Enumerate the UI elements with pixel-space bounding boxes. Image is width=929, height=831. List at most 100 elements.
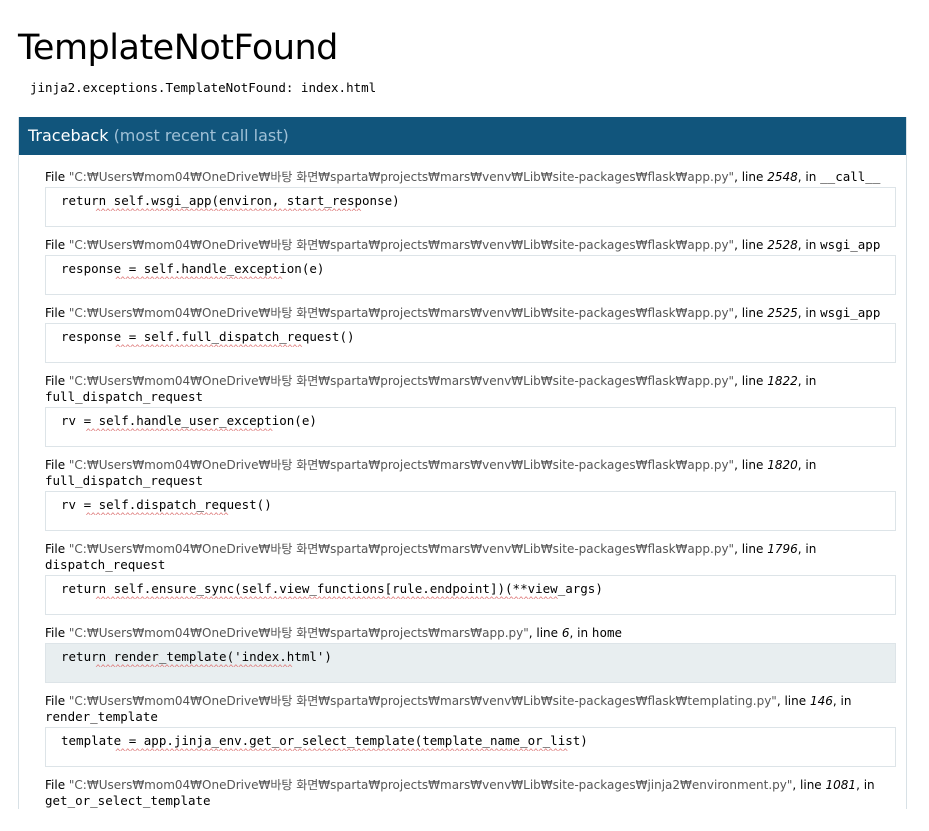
function-name: get_or_select_template xyxy=(45,793,211,808)
function-name: full_dispatch_request xyxy=(45,473,204,488)
file-path: "C:₩Users₩mom04₩OneDrive₩바탕 화면₩sparta₩pr… xyxy=(68,306,735,320)
source-code: return self.wsgi_app(environ, start_resp… xyxy=(61,193,400,208)
traceback-panel: Traceback (most recent call last) File "… xyxy=(18,117,907,809)
function-name: wsgi_app xyxy=(820,237,881,252)
line-number: 1796 xyxy=(767,542,798,556)
line-label: line xyxy=(536,626,562,640)
error-caret: ^^^^^^^^^^^^^^^^^^^^^^^^^^^^^^^^^^^^^^^^ xyxy=(61,664,293,674)
function-name: wsgi_app xyxy=(820,305,881,320)
error-caret: ^^^^^^^^^^^^^^^^^^^^^^^^^^^^^ xyxy=(61,512,229,522)
line-number: 1822 xyxy=(767,374,798,388)
debugger-page: TemplateNotFound jinja2.exceptions.Templ… xyxy=(0,0,929,809)
traceback-frame: File "C:₩Users₩mom04₩OneDrive₩바탕 화면₩spar… xyxy=(45,237,896,295)
source-code: response = self.full_dispatch_request() xyxy=(61,329,355,344)
file-label: File xyxy=(45,458,69,472)
error-caret: ^^^^^^^^^^^^^^^^^^^^^^^^^^^^^^^^^^^^^^^^… xyxy=(61,748,568,758)
source-line[interactable]: return self.wsgi_app(environ, start_resp… xyxy=(45,187,896,227)
traceback-frame: File "C:₩Users₩mom04₩OneDrive₩바탕 화면₩spar… xyxy=(45,169,896,227)
line-number: 1820 xyxy=(767,458,798,472)
traceback-frame: File "C:₩Users₩mom04₩OneDrive₩바탕 화면₩spar… xyxy=(45,305,896,363)
file-label: File xyxy=(45,374,69,388)
file-path: "C:₩Users₩mom04₩OneDrive₩바탕 화면₩sparta₩pr… xyxy=(68,778,793,792)
source-line[interactable]: rv = self.handle_user_exception(e) ^^^^^… xyxy=(45,407,896,447)
error-message: jinja2.exceptions.TemplateNotFound: inde… xyxy=(30,80,377,95)
file-label: File xyxy=(45,542,69,556)
source-code: rv = self.handle_user_exception(e) xyxy=(61,413,317,428)
traceback-frame: File "C:₩Users₩mom04₩OneDrive₩바탕 화면₩spar… xyxy=(45,777,896,809)
line-number: 2525 xyxy=(767,306,798,320)
source-code: return self.ensure_sync(self.view_functi… xyxy=(61,581,603,596)
file-label: File xyxy=(45,626,69,640)
function-name: full_dispatch_request xyxy=(45,389,204,404)
frame-location: File "C:₩Users₩mom04₩OneDrive₩바탕 화면₩spar… xyxy=(45,374,817,404)
in-label: in xyxy=(577,626,592,640)
traceback-frame: File "C:₩Users₩mom04₩OneDrive₩바탕 화면₩spar… xyxy=(45,693,896,767)
line-label: line xyxy=(784,694,810,708)
file-path: "C:₩Users₩mom04₩OneDrive₩바탕 화면₩sparta₩pr… xyxy=(68,238,735,252)
line-number: 1081 xyxy=(825,778,857,792)
source-line[interactable]: response = self.full_dispatch_request() … xyxy=(45,323,896,363)
line-number: 2528 xyxy=(767,238,798,252)
source-code: response = self.handle_exception(e) xyxy=(61,261,325,276)
traceback-label: Traceback xyxy=(28,126,109,145)
traceback-header[interactable]: Traceback (most recent call last) xyxy=(19,117,906,155)
file-label: File xyxy=(45,170,69,184)
source-line[interactable]: response = self.handle_exception(e) ^^^^… xyxy=(45,255,896,295)
frame-location: File "C:₩Users₩mom04₩OneDrive₩바탕 화면₩spar… xyxy=(45,237,881,252)
file-label: File xyxy=(45,306,69,320)
frame-location: File "C:₩Users₩mom04₩OneDrive₩바탕 화면₩spar… xyxy=(45,625,623,640)
error-caret: ^^^^^^^^^^^^^^^^^^^^^^^^^^^^^^^^^^^^^^ xyxy=(61,344,303,354)
file-path: "C:₩Users₩mom04₩OneDrive₩바탕 화면₩sparta₩pr… xyxy=(68,694,777,708)
line-label: line xyxy=(741,542,768,556)
line-label: line xyxy=(741,374,768,388)
traceback-frame: File "C:₩Users₩mom04₩OneDrive₩바탕 화면₩spar… xyxy=(45,541,896,615)
line-label: line xyxy=(741,170,768,184)
traceback-sub-label: (most recent call last) xyxy=(113,126,289,145)
in-label: in xyxy=(805,374,817,388)
function-name: dispatch_request xyxy=(45,557,166,572)
error-caret: ^^^^^^^^^^^^^^^^^^^^^^^^^^^^^^^^^^^^^^ xyxy=(61,428,273,438)
line-number: 146 xyxy=(809,694,833,708)
file-label: File xyxy=(45,238,69,252)
traceback-frame: File "C:₩Users₩mom04₩OneDrive₩바탕 화면₩spar… xyxy=(45,457,896,531)
file-path: "C:₩Users₩mom04₩OneDrive₩바탕 화면₩sparta₩pr… xyxy=(68,374,735,388)
traceback-frame: File "C:₩Users₩mom04₩OneDrive₩바탕 화면₩spar… xyxy=(45,625,896,683)
in-label: in xyxy=(805,170,821,184)
frame-location: File "C:₩Users₩mom04₩OneDrive₩바탕 화면₩spar… xyxy=(45,169,881,184)
source-code: return render_template('index.html') xyxy=(61,649,332,664)
function-name: render_template xyxy=(45,709,158,724)
file-label: File xyxy=(45,694,69,708)
in-label: in xyxy=(805,542,817,556)
file-path: "C:₩Users₩mom04₩OneDrive₩바탕 화면₩sparta₩pr… xyxy=(68,626,529,640)
file-path: "C:₩Users₩mom04₩OneDrive₩바탕 화면₩sparta₩pr… xyxy=(68,542,735,556)
source-code: template = app.jinja_env.get_or_select_t… xyxy=(61,733,588,748)
source-code: rv = self.dispatch_request() xyxy=(61,497,272,512)
function-name: home xyxy=(591,625,623,640)
line-label: line xyxy=(741,458,768,472)
traceback-frames: File "C:₩Users₩mom04₩OneDrive₩바탕 화면₩spar… xyxy=(19,155,906,809)
line-label: line xyxy=(800,778,826,792)
source-line[interactable]: return self.ensure_sync(self.view_functi… xyxy=(45,575,896,615)
file-path: "C:₩Users₩mom04₩OneDrive₩바탕 화면₩sparta₩pr… xyxy=(68,458,735,472)
file-path: "C:₩Users₩mom04₩OneDrive₩바탕 화면₩sparta₩pr… xyxy=(68,170,735,184)
in-label: in xyxy=(805,306,821,320)
frame-location: File "C:₩Users₩mom04₩OneDrive₩바탕 화면₩spar… xyxy=(45,542,817,572)
page-title: TemplateNotFound xyxy=(18,28,338,68)
line-number: 6 xyxy=(561,626,570,640)
traceback-frame: File "C:₩Users₩mom04₩OneDrive₩바탕 화면₩spar… xyxy=(45,373,896,447)
frame-location: File "C:₩Users₩mom04₩OneDrive₩바탕 화면₩spar… xyxy=(45,305,881,320)
line-number: 2548 xyxy=(767,170,798,184)
line-label: line xyxy=(741,238,768,252)
error-caret: ^^^^^^^^^^^^^^^^^^^^^^^^^^^^^^^^^^^^^^^^… xyxy=(61,596,558,606)
source-line[interactable]: rv = self.dispatch_request() ^^^^^^^^^^^… xyxy=(45,491,896,531)
function-name: __call__ xyxy=(820,169,881,184)
error-caret: ^^^^^^^^^^^^^^^^^^^^^^^^^^^^^^^^^^^^^^^^… xyxy=(61,208,362,218)
frame-location: File "C:₩Users₩mom04₩OneDrive₩바탕 화면₩spar… xyxy=(45,458,817,488)
error-caret: ^^^^^^^^^^^^^^^^^^^^^^^^^^^^^^^^^^ xyxy=(61,276,283,286)
source-line[interactable]: template = app.jinja_env.get_or_select_t… xyxy=(45,727,896,767)
frame-location: File "C:₩Users₩mom04₩OneDrive₩바탕 화면₩spar… xyxy=(45,778,875,808)
file-label: File xyxy=(45,778,69,792)
frame-location: File "C:₩Users₩mom04₩OneDrive₩바탕 화면₩spar… xyxy=(45,694,852,724)
in-label: in xyxy=(805,458,817,472)
source-line[interactable]: return render_template('index.html') ^^^… xyxy=(45,643,896,683)
